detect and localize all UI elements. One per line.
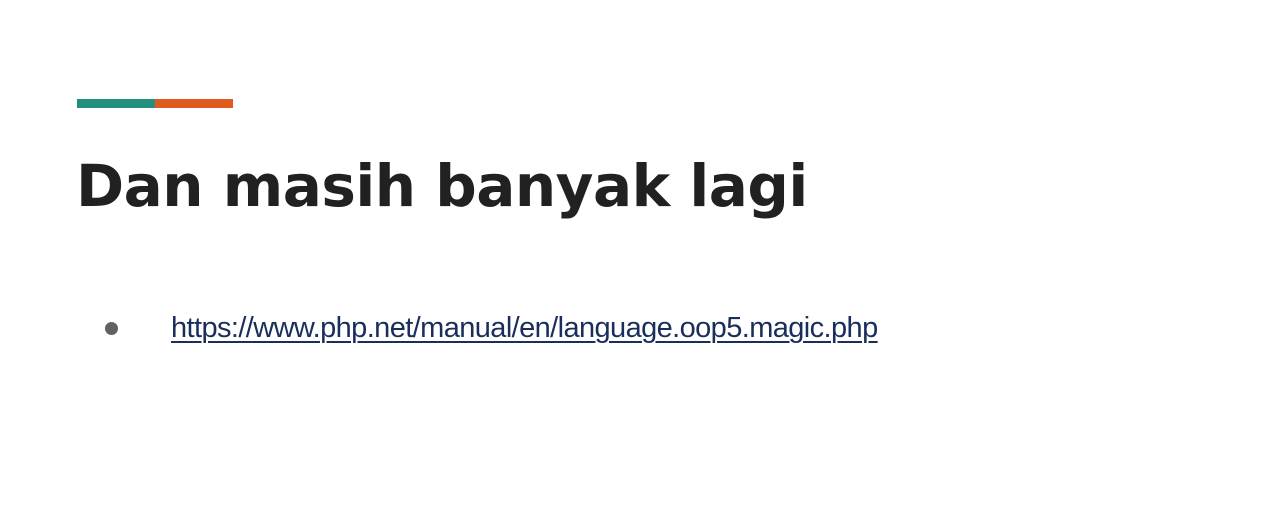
- slide: Dan masih banyak lagi https://www.php.ne…: [0, 0, 1262, 529]
- accent-bar: [77, 99, 233, 108]
- accent-bar-teal-segment: [77, 99, 155, 108]
- bullet-dot-icon: [105, 322, 118, 335]
- php-manual-magic-methods-link[interactable]: https://www.php.net/manual/en/language.o…: [171, 308, 878, 348]
- accent-bar-orange-segment: [155, 99, 233, 108]
- slide-title: Dan masih banyak lagi: [76, 152, 808, 220]
